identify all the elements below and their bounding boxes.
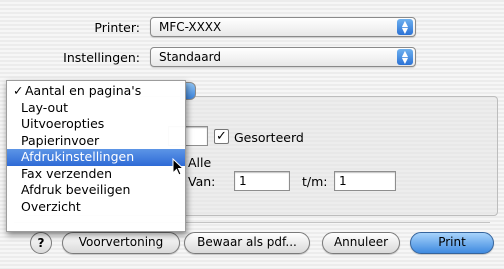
menu-item-lay-out[interactable]: Lay-out — [7, 100, 185, 117]
menu-item-label: Lay-out — [21, 99, 69, 115]
menu-item-papierinvoer[interactable]: Papierinvoer — [7, 133, 185, 150]
printer-popup[interactable]: MFC-XXXX ▲ ▼ — [150, 17, 416, 37]
help-button[interactable]: ? — [30, 232, 52, 254]
menu-item-label: Overzicht — [21, 198, 81, 214]
printer-label: Printer: — [94, 20, 140, 35]
checkmark-icon: ✓ — [13, 83, 24, 98]
collated-label: Gesorteerd — [234, 130, 304, 145]
checkmark-icon: ✓ — [216, 129, 227, 144]
printer-value: MFC-XXXX — [159, 20, 222, 34]
menu-item-afdrukinstellingen[interactable]: Afdrukinstellingen — [7, 149, 185, 166]
print-button[interactable]: Print — [410, 232, 494, 254]
pages-to-label: t/m: — [302, 174, 328, 189]
menu-item-aantal-en-paginas[interactable]: ✓ Aantal en pagina's — [7, 83, 185, 100]
pages-to-value: 1 — [339, 174, 347, 188]
pages-from-input[interactable]: 1 — [234, 171, 290, 191]
menu-item-label: Uitvoeropties — [21, 116, 105, 131]
menu-item-fax-verzenden[interactable]: Fax verzenden — [7, 166, 185, 183]
menu-item-label: Fax verzenden — [21, 165, 113, 181]
pages-all-label: Alle — [188, 155, 212, 170]
pages-from-value: 1 — [239, 174, 247, 188]
panel-popup-menu: ✓ Aantal en pagina's Lay-out Uitvoeropti… — [6, 80, 186, 232]
menu-item-afdruk-beveiligen[interactable]: Afdruk beveiligen — [7, 182, 185, 199]
menu-item-label: Afdruk beveiligen — [21, 182, 131, 197]
cancel-button[interactable]: Annuleer — [322, 232, 400, 254]
menu-item-label: Afdrukinstellingen — [21, 149, 135, 164]
menu-item-uitvoeropties[interactable]: Uitvoeropties — [7, 116, 185, 133]
mouse-pointer-icon — [172, 158, 184, 176]
save-pdf-button[interactable]: Bewaar als pdf... — [184, 232, 310, 254]
menu-item-label: Papierinvoer — [21, 132, 100, 148]
menu-item-label: Aantal en pagina's — [24, 83, 142, 98]
pages-to-input[interactable]: 1 — [334, 171, 396, 191]
preview-button[interactable]: Voorvertoning — [62, 232, 180, 254]
presets-value: Standaard — [159, 50, 221, 64]
collated-checkbox[interactable]: ✓ — [214, 129, 229, 144]
presets-label: Instellingen: — [63, 50, 140, 65]
popup-arrows-icon: ▲ ▼ — [397, 49, 413, 65]
pages-from-label: Van: — [188, 174, 216, 189]
menu-item-overzicht[interactable]: Overzicht — [7, 199, 185, 216]
popup-arrows-icon: ▲ ▼ — [397, 19, 413, 35]
print-dialog: Printer: MFC-XXXX ▲ ▼ Instellingen: Stand… — [0, 0, 504, 269]
presets-popup[interactable]: Standaard ▲ ▼ — [150, 47, 416, 67]
